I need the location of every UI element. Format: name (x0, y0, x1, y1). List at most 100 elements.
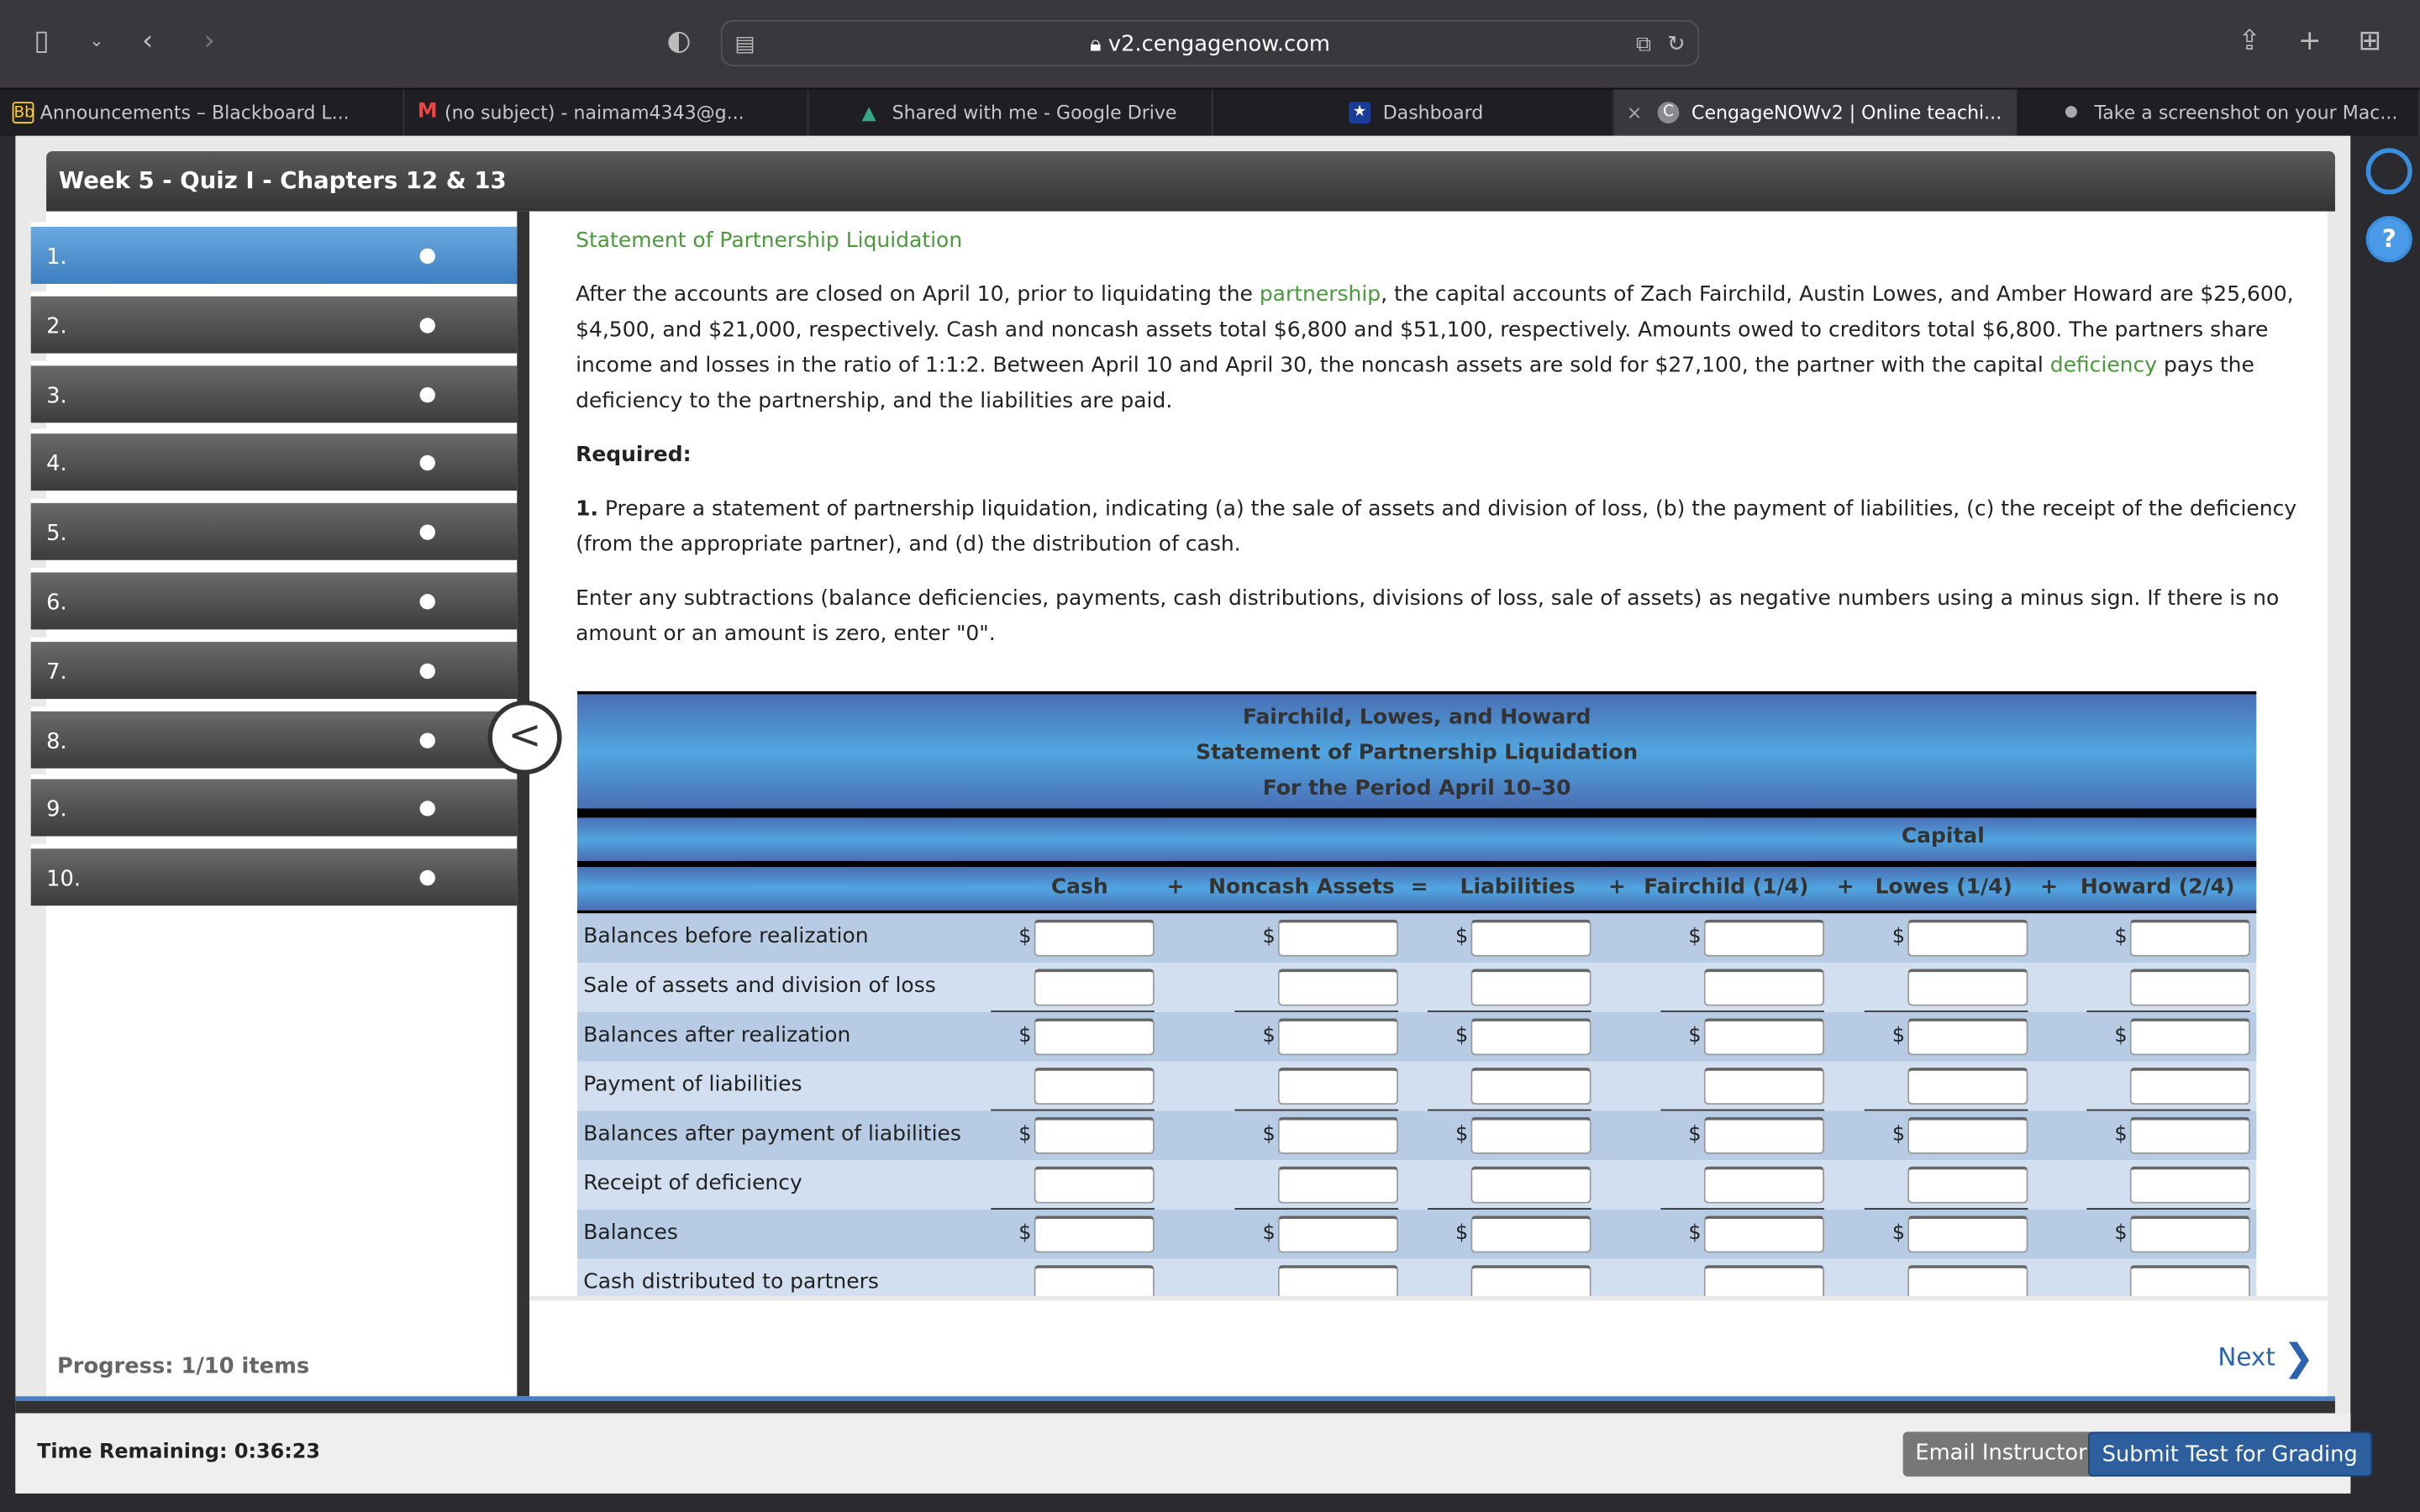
question-item[interactable]: 7. (30, 637, 518, 699)
amount-input[interactable] (1034, 1068, 1155, 1105)
amount-input[interactable] (1703, 1116, 1825, 1154)
question-item[interactable]: 2. (30, 291, 518, 354)
tab-gmail[interactable]: M (no subject) - naimam4343@g... (404, 89, 809, 138)
amount-input[interactable] (1034, 1166, 1155, 1204)
forward-icon[interactable]: › (203, 24, 214, 57)
amount-input[interactable] (1470, 1166, 1591, 1204)
amount-input[interactable] (1703, 1265, 1825, 1296)
tab-blackboard[interactable]: Bb Announcements – Blackboard L... (0, 89, 405, 138)
reader-icon[interactable]: ▤ (734, 22, 755, 68)
close-tab-icon[interactable]: × (1627, 90, 1642, 138)
amount-input[interactable] (1907, 1166, 2028, 1204)
table-row: Balances before realization $ $ $ $ $ $ (576, 913, 2257, 963)
next-button[interactable]: Next ❯ (2217, 1336, 2314, 1379)
text: After the accounts are closed on April 1… (576, 282, 1260, 307)
amount-input[interactable] (1907, 1018, 2028, 1056)
shield-icon[interactable]: ◐ (666, 24, 691, 57)
partnership-link[interactable]: partnership (1260, 282, 1381, 307)
amount-input[interactable] (1277, 1166, 1399, 1204)
tab-cengage[interactable]: × C CengageNOWv2 | Online teachi... (1614, 89, 2018, 138)
amount-input[interactable] (2129, 919, 2250, 957)
address-bar[interactable]: ▤ 🔒︎ v2.cengagenow.com ⧉ ↻ (720, 19, 1700, 68)
submit-test-button[interactable]: Submit Test for Grading (2088, 1431, 2372, 1477)
blackboard-icon: Bb (12, 102, 34, 123)
question-item[interactable]: 10. (30, 844, 518, 906)
amount-input[interactable] (1907, 919, 2028, 957)
row-label: Balances after realization (583, 1022, 851, 1048)
amount-input[interactable] (1703, 919, 1825, 957)
amount-input[interactable] (2129, 1018, 2250, 1056)
amount-input[interactable] (1470, 1116, 1591, 1154)
amount-input[interactable] (1034, 1215, 1155, 1253)
amount-input[interactable] (1703, 969, 1825, 1006)
chevron-down-icon[interactable]: ⌄ (90, 31, 104, 51)
amount-input[interactable] (1907, 969, 2028, 1006)
amount-input[interactable] (1470, 969, 1591, 1006)
amount-input[interactable] (1034, 1265, 1155, 1296)
amount-input[interactable] (2129, 1116, 2250, 1154)
amount-input[interactable] (1470, 1265, 1591, 1296)
tab-dashboard[interactable]: ★ Dashboard (1213, 89, 1615, 138)
amount-input[interactable] (2129, 1166, 2250, 1204)
amount-input[interactable] (1277, 1068, 1399, 1105)
amount-input[interactable] (1034, 1018, 1155, 1056)
amount-input[interactable] (2129, 1215, 2250, 1253)
amount-input[interactable] (1034, 1116, 1155, 1154)
dollar-sign: $ (1262, 926, 1276, 949)
amount-input[interactable] (1034, 969, 1155, 1006)
amount-input[interactable] (1703, 1068, 1825, 1105)
share-icon[interactable]: ⇪ (2238, 24, 2261, 57)
amount-input[interactable] (1277, 1265, 1399, 1296)
tab-overview-icon[interactable]: ⊞ (2359, 24, 2382, 57)
column-header: Cash (1050, 874, 1108, 900)
help-icon[interactable]: ? (2365, 216, 2412, 263)
status-dot-icon (419, 386, 435, 402)
divider (15, 1400, 2335, 1414)
amount-input[interactable] (1703, 1018, 1825, 1056)
new-tab-icon[interactable]: + (2298, 24, 2322, 57)
back-icon[interactable]: ‹ (142, 24, 153, 57)
amount-input[interactable] (2129, 1265, 2250, 1296)
email-instructor-button[interactable]: Email Instructor (1902, 1431, 2100, 1477)
google-drive-icon: ▲ (861, 102, 876, 123)
tab-google-drive[interactable]: ▲ Shared with me - Google Drive (808, 89, 1213, 138)
amount-input[interactable] (1470, 1215, 1591, 1253)
dollar-sign: $ (1262, 1123, 1276, 1147)
amount-input[interactable] (1703, 1166, 1825, 1204)
sidebar-toggle-icon[interactable]: ▯ (34, 24, 49, 57)
amount-input[interactable] (1277, 1116, 1399, 1154)
deficiency-link[interactable]: deficiency (2050, 354, 2157, 378)
question-item[interactable]: 4. (30, 429, 518, 491)
amount-input[interactable] (1277, 969, 1399, 1006)
extension-icon[interactable]: ⧉ (1636, 22, 1651, 68)
question-item[interactable]: 6. (30, 567, 518, 630)
amount-input[interactable] (1470, 919, 1591, 957)
amount-input[interactable] (1470, 1018, 1591, 1056)
tab-screenshot[interactable]: ● Take a screenshot on your Mac... (2018, 89, 2420, 138)
question-item[interactable]: 9. (30, 774, 518, 837)
amount-input[interactable] (1907, 1265, 2028, 1296)
status-dot-icon (419, 317, 435, 333)
amount-input[interactable] (1034, 919, 1155, 957)
question-item[interactable]: 5. (30, 498, 518, 561)
support-headset-icon[interactable] (2365, 148, 2412, 195)
question-item[interactable]: 1. (30, 222, 518, 284)
amount-input[interactable] (1907, 1215, 2028, 1253)
amount-input[interactable] (1470, 1068, 1591, 1105)
question-item[interactable]: 3. (30, 360, 518, 423)
collapse-sidebar-button[interactable]: < (487, 700, 562, 775)
table-row: Balances after realization $ $ $ $ $ $ (576, 1011, 2257, 1062)
instructions: Enter any subtractions (balance deficien… (576, 585, 2280, 647)
amount-input[interactable] (1277, 1018, 1399, 1056)
amount-input[interactable] (2129, 969, 2250, 1006)
status-dot-icon (419, 663, 435, 679)
amount-input[interactable] (2129, 1068, 2250, 1105)
amount-input[interactable] (1277, 919, 1399, 957)
amount-input[interactable] (1703, 1215, 1825, 1253)
amount-input[interactable] (1907, 1116, 2028, 1154)
reload-icon[interactable]: ↻ (1667, 22, 1686, 68)
amount-input[interactable] (1907, 1068, 2028, 1105)
question-item[interactable]: 8. (30, 706, 518, 768)
tab-label: Dashboard (1382, 102, 1484, 123)
amount-input[interactable] (1277, 1215, 1399, 1253)
